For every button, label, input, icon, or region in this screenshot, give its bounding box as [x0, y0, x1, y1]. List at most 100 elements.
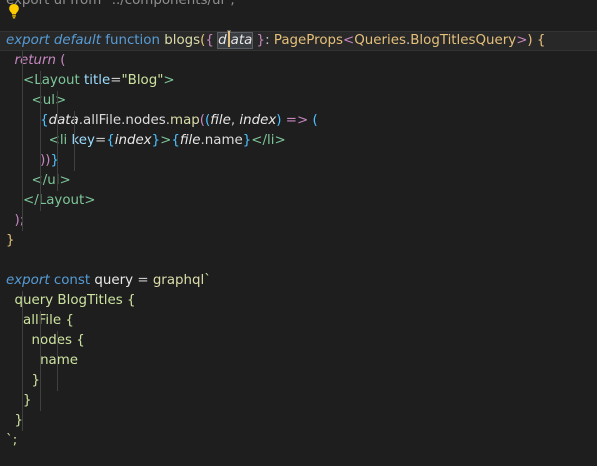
code-line[interactable]: <li key={index}>{file.name}</li> [0, 131, 597, 151]
code-token: { [106, 133, 115, 148]
code-line[interactable]: allFile { [0, 311, 597, 331]
indent-guide [57, 331, 58, 391]
code-line[interactable] [0, 251, 597, 271]
code-line[interactable]: </Layout> [0, 191, 597, 211]
code-line[interactable]: nodes { [0, 331, 597, 351]
code-token: > [84, 193, 96, 208]
code-token: < [23, 73, 35, 88]
code-token: = [94, 133, 107, 148]
code-line[interactable]: export default function blogs({ d ata }: … [0, 31, 597, 51]
code-token: default [53, 33, 106, 48]
code-token: < [48, 133, 60, 148]
code-editor[interactable]: export ui from "../components/ui"; export… [0, 0, 597, 466]
code-line[interactable]: } [0, 231, 597, 251]
code-token: function [105, 33, 165, 48]
code-token: => [285, 113, 313, 128]
code-line[interactable]: <Layout title="Blog"> [0, 71, 597, 91]
code-token: from [70, 0, 106, 8]
code-token: blogs [164, 33, 201, 48]
code-token: "Blog" [121, 73, 164, 88]
code-token: { [536, 33, 546, 48]
code-token: export [6, 273, 54, 288]
code-line[interactable]: } [0, 391, 597, 411]
lightbulb-icon[interactable] [8, 3, 20, 19]
code-line[interactable]: } [0, 411, 597, 431]
code-token: nodes [125, 113, 166, 128]
code-line[interactable]: name [0, 351, 597, 371]
indent-guide [74, 111, 75, 171]
indent-guide [22, 291, 23, 431]
code-token: { [40, 113, 49, 128]
code-token: query BlogTitles { [14, 293, 136, 308]
indent-guide [40, 311, 41, 411]
code-token: > [163, 73, 175, 88]
code-line[interactable]: <ul> [0, 91, 597, 111]
code-line[interactable]: ); [0, 211, 597, 231]
code-token: Queries [354, 33, 406, 48]
code-token: } [23, 393, 32, 408]
code-token: </ [23, 193, 39, 208]
code-line[interactable]: export const query = graphql` [0, 271, 597, 291]
code-token: file [179, 133, 201, 148]
code-line[interactable]: return ( [0, 51, 597, 71]
code-line[interactable]: query BlogTitles { [0, 291, 597, 311]
code-token: ( [312, 113, 318, 128]
code-token: : [265, 33, 274, 48]
code-token: > [160, 133, 172, 148]
code-token: query [94, 273, 138, 288]
code-token: } [151, 133, 161, 148]
code-token: name [204, 133, 243, 148]
code-line[interactable]: </ul> [0, 171, 597, 191]
code-token: } [31, 373, 41, 388]
code-token: ) [527, 33, 537, 48]
code-token: ) [276, 113, 286, 128]
code-line[interactable]: `; [0, 431, 597, 451]
code-token: key [71, 133, 95, 148]
code-token: export [6, 33, 54, 48]
code-token: < [343, 33, 355, 48]
code-token: allFile [83, 113, 122, 128]
code-token: data [217, 31, 254, 49]
code-token: = [137, 273, 153, 288]
code-line[interactable] [0, 11, 597, 31]
code-line[interactable]: {data.allFile.nodes.map((file, index) =>… [0, 111, 597, 131]
code-token: Layout [38, 193, 85, 208]
code-token: Layout [34, 73, 85, 88]
code-token: BlogTitlesQuery [410, 33, 517, 48]
code-line[interactable]: export ui from "../components/ui"; [0, 0, 597, 11]
code-token: name [40, 353, 79, 368]
code-token: { [171, 133, 180, 148]
code-token: > [59, 173, 71, 188]
code-token: </ [251, 133, 268, 148]
code-token: map [170, 113, 200, 128]
code-token: PageProps [273, 33, 343, 48]
indent-guide [22, 51, 23, 231]
code-token: )) [40, 153, 51, 168]
text-cursor [227, 31, 230, 47]
code-token: index [239, 113, 277, 128]
code-line[interactable]: ))} [0, 151, 597, 171]
code-token: "../components/ui"; [105, 0, 235, 8]
code-token: ` [204, 273, 211, 288]
code-token: li [59, 133, 72, 148]
code-token: index [114, 133, 152, 148]
indent-guide [57, 91, 58, 191]
code-token: = [110, 73, 122, 88]
code-token: ( [60, 53, 66, 68]
code-token: } [252, 33, 266, 48]
code-line[interactable]: } [0, 371, 597, 391]
